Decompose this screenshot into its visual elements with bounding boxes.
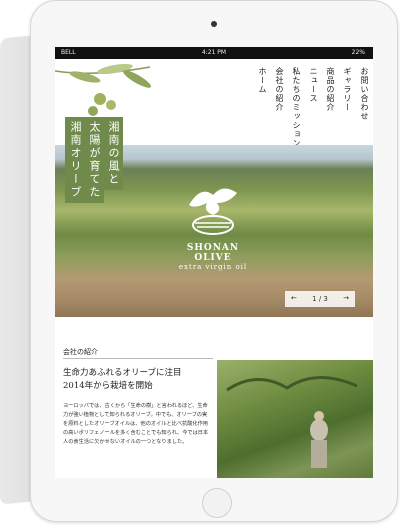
clock: 4:21 PM (201, 49, 227, 56)
arrow-left-icon[interactable]: ← (291, 294, 297, 302)
brand-subtitle: extra virgin oil (178, 263, 248, 271)
farmer-figure-icon (226, 376, 358, 468)
section-headline: 生命力あふれるオリーブに注目 2014年から栽培を開始 (63, 367, 223, 393)
section-divider (63, 358, 213, 359)
headline-line-2: 2014年から栽培を開始 (63, 381, 153, 391)
brand-logo: SHONAN OLIVE extra virgin oil (173, 181, 253, 271)
nav-item-gallery[interactable]: ギャラリー (342, 67, 353, 112)
nav-item-company[interactable]: 会社の紹介 (274, 67, 285, 112)
camera-icon (211, 21, 217, 27)
home-button[interactable] (202, 488, 232, 518)
nav-item-home[interactable]: ホーム (257, 67, 268, 94)
slide-counter: 1 / 3 (312, 295, 328, 303)
screen: BELL 4:21 PM 22% お問い合わせ ギャラリー 商品の紹介 ニュース (55, 47, 373, 478)
olive-emblem-icon (189, 188, 237, 235)
battery-label: 22% (351, 49, 365, 56)
section-body: ヨーロッパでは、古くから「生命の樹」と言われるほど、生命力が強い植物として知られ… (63, 403, 209, 445)
hero: お問い合わせ ギャラリー 商品の紹介 ニュース 私たちのミッション 会社の紹介 … (55, 59, 373, 317)
arrow-right-icon[interactable]: → (343, 294, 349, 302)
status-bar: BELL 4:21 PM 22% (55, 47, 373, 59)
slider-control: ← 1 / 3 → (285, 291, 355, 307)
nav-item-products[interactable]: 商品の紹介 (325, 67, 336, 112)
section-label: 会社の紹介 (63, 348, 98, 356)
brand-name: SHONAN OLIVE (186, 243, 240, 263)
tagline-line-1: 湘南の風と (103, 117, 123, 190)
nav-item-contact[interactable]: お問い合わせ (359, 67, 370, 121)
nav-item-news[interactable]: ニュース (308, 67, 319, 103)
nav-item-mission[interactable]: 私たちのミッション (291, 67, 302, 148)
tagline-line-3: 湘南オリーブ (65, 117, 85, 203)
olive-farm-photo (217, 360, 373, 478)
headline-line-1: 生命力あふれるオリーブに注目 (63, 368, 182, 378)
tagline-line-2: 太陽が育てた (84, 117, 104, 203)
ipad-frame: BELL 4:21 PM 22% お問い合わせ ギャラリー 商品の紹介 ニュース (30, 0, 398, 522)
